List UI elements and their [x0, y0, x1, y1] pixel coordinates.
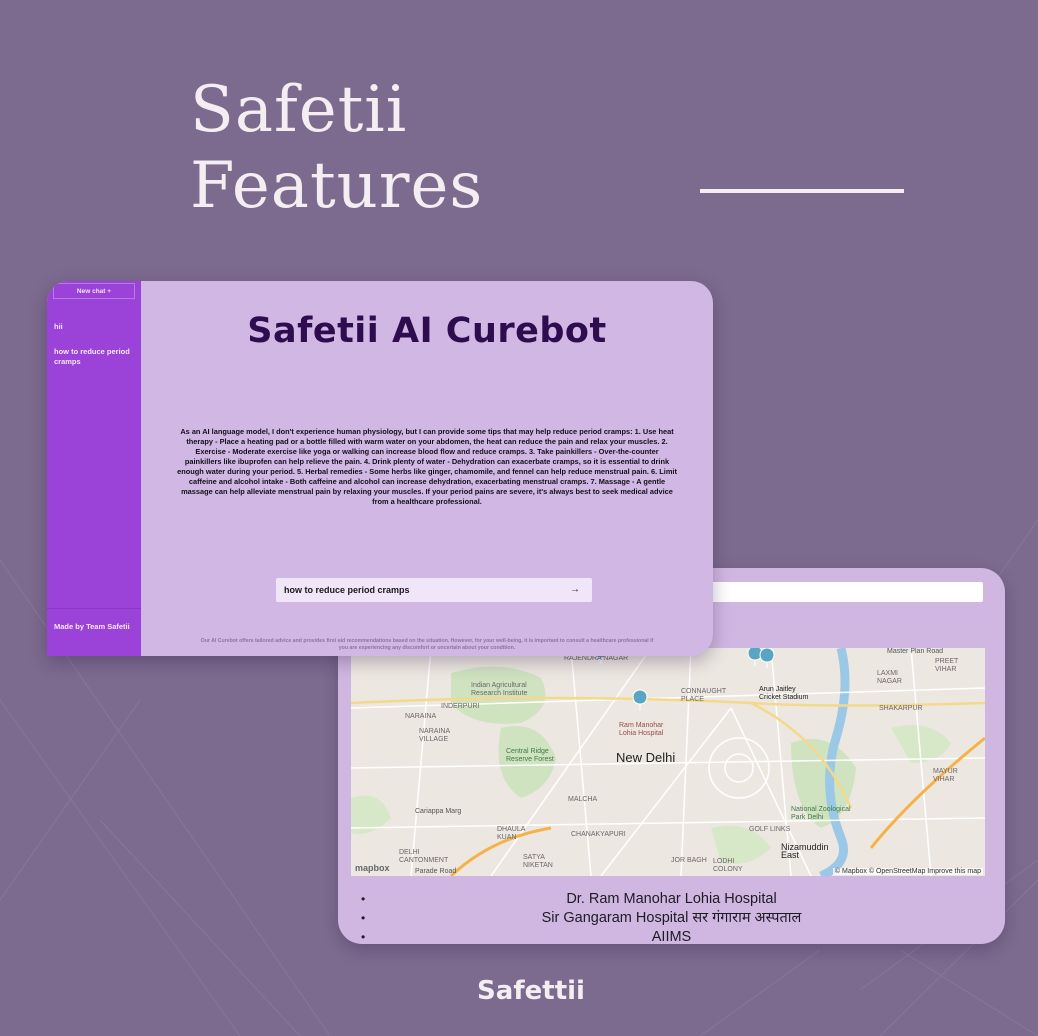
sidebar-divider	[47, 608, 141, 609]
curebot-title: Safetii AI Curebot	[247, 311, 607, 351]
map-label-satya-niketan: SATYA NIKETAN	[523, 854, 553, 869]
map-label-naraina-village: NARAINA VILLAGE	[419, 728, 450, 743]
page-title-line-1: Safetii	[190, 73, 408, 147]
map-label-jor-bagh: JOR BAGH	[671, 857, 707, 864]
page-title-line-2: Features	[190, 149, 484, 223]
map-label-chanakyapuri: CHANAKYAPURI	[571, 831, 626, 838]
map-label-arun-jaitley: Arun Jaitley Cricket Stadium	[759, 686, 809, 701]
disclaimer-text: Our AI Curebot offers tailored advice an…	[200, 638, 654, 651]
map-view[interactable]: RAJENDRA NAGAR Indian Agricultural Resea…	[351, 648, 985, 876]
map-label-master-plan: Master Plan Road	[887, 648, 944, 655]
map-label-malcha: MALCHA	[568, 796, 598, 803]
chat-input-value: how to reduce period cramps	[284, 585, 410, 595]
hospital-item: AIIMS	[338, 928, 1005, 944]
map-label-rajendra: RAJENDRA NAGAR	[564, 655, 629, 662]
map-label-nizamuddin: Nizamuddin East	[781, 842, 829, 860]
chat-input[interactable]: how to reduce period cramps →	[276, 578, 592, 602]
hospital-list: Dr. Ram Manohar Lohia Hospital Sir Ganga…	[338, 890, 1005, 944]
chat-card: New chat + hii how to reduce period cram…	[47, 281, 713, 656]
map-label-laxmi-nagar: LAXMI NAGAR	[877, 670, 902, 685]
map-label-new-delhi: New Delhi	[616, 750, 676, 765]
hospital-item: Dr. Ram Manohar Lohia Hospital	[338, 890, 1005, 909]
chat-sidebar: New chat + hii how to reduce period cram…	[47, 281, 141, 656]
mapbox-logo[interactable]: mapbox	[355, 863, 390, 873]
map-label-delhi-cantt: DELHI CANTONMENT	[399, 849, 449, 864]
made-by-label: Made by Team Safetii	[54, 622, 130, 631]
history-item-hii[interactable]: hii	[54, 322, 134, 332]
map-label-golf-links: GOLF LINKS	[749, 826, 791, 833]
history-item-period-cramps[interactable]: how to reduce period cramps	[54, 347, 134, 367]
map-label-lodhi: LODHI COLONY	[713, 858, 743, 873]
curebot-answer: As an AI language model, I don't experie…	[177, 427, 677, 506]
map-label-inderpuri: INDERPURI	[441, 703, 480, 710]
map-label-zoo: National Zoological Park Delhi	[791, 806, 851, 821]
new-chat-button[interactable]: New chat +	[53, 283, 135, 299]
title-divider	[700, 189, 904, 193]
brand-footer: Safettii	[477, 976, 585, 1006]
map-label-preet-vihar: PREET VIHAR	[935, 658, 959, 673]
map-label-central-ridge: Central Ridge Reserve Forest	[506, 748, 554, 763]
map-label-naraina: NARAINA	[405, 713, 437, 720]
map-label-ram-manohar: Ram Manohar Lohia Hospital	[619, 722, 664, 737]
map-attribution[interactable]: © Mapbox © OpenStreetMap Improve this ma…	[832, 868, 983, 875]
map-label-shakarpur: SHAKARPUR	[879, 705, 923, 712]
map-label-iari: Indian Agricultural Research Institute	[471, 682, 528, 697]
map-label-mayur-vihar: MAYUR VIHAR	[933, 768, 958, 783]
send-arrow-icon[interactable]: →	[570, 578, 580, 602]
map-label-cariappa: Cariappa Marg	[415, 808, 462, 815]
page-title: Safetii Features	[190, 72, 483, 224]
hospital-item: Sir Gangaram Hospital सर गंगाराम अस्पताल	[338, 909, 1005, 928]
map-label-parade: Parade Road	[415, 868, 457, 875]
map-search-input[interactable]	[710, 582, 983, 602]
map-label-dhaula-kuan: DHAULA KUAN	[497, 826, 526, 841]
map-label-connaught: CONNAUGHT PLACE	[681, 688, 726, 703]
